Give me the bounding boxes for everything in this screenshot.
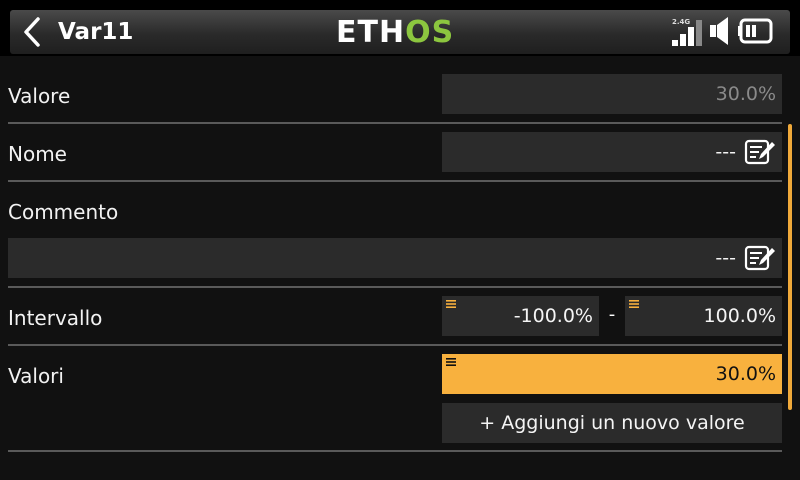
ethos-logo: ETHOS (336, 18, 464, 48)
menu-icon (629, 300, 639, 308)
speaker-icon (710, 17, 728, 45)
valori-value: 30.0% (715, 363, 776, 385)
intervallo-max-value: 100.0% (703, 305, 776, 327)
intervallo-min-value: -100.0% (513, 305, 593, 327)
nome-label: Nome (8, 142, 67, 166)
divider (8, 286, 782, 288)
add-value-label: + Aggiungi un nuovo valore (479, 412, 745, 434)
divider (8, 450, 782, 452)
commento-label: Commento (8, 200, 119, 224)
signal-strength-icon: 2.4G (672, 14, 706, 48)
divider (8, 180, 782, 182)
valore-value: 30.0% (715, 83, 776, 105)
logo-os-text: OS (405, 15, 455, 50)
intervallo-label: Intervallo (8, 306, 103, 330)
intervallo-max-field[interactable]: 100.0% (625, 296, 782, 336)
range-separator: - (608, 304, 616, 325)
valori-label: Valori (8, 364, 64, 388)
menu-icon (446, 300, 456, 308)
intervallo-min-field[interactable]: -100.0% (442, 296, 599, 336)
page-title: Var11 (58, 19, 134, 45)
scrollbar[interactable] (788, 124, 792, 410)
edit-icon (744, 245, 775, 271)
valore-label: Valore (8, 84, 71, 108)
back-button[interactable] (14, 12, 50, 52)
valore-field: 30.0% (442, 74, 782, 114)
divider (8, 344, 782, 346)
edit-icon (744, 139, 775, 165)
commento-field[interactable]: --- (8, 238, 782, 278)
add-value-button[interactable]: + Aggiungi un nuovo valore (442, 403, 782, 443)
nome-value: --- (715, 141, 736, 163)
nome-field[interactable]: --- (442, 132, 782, 172)
valori-field[interactable]: 30.0% (442, 354, 782, 394)
menu-icon (446, 358, 456, 366)
title-bar: Var11 ETHOS 2.4G (0, 0, 800, 56)
divider (8, 122, 782, 124)
commento-value: --- (715, 247, 736, 269)
battery-icon (738, 18, 773, 44)
logo-eth-text: ETH (336, 15, 406, 50)
chevron-left-icon (24, 17, 40, 47)
status-area: 2.4G (672, 14, 784, 48)
